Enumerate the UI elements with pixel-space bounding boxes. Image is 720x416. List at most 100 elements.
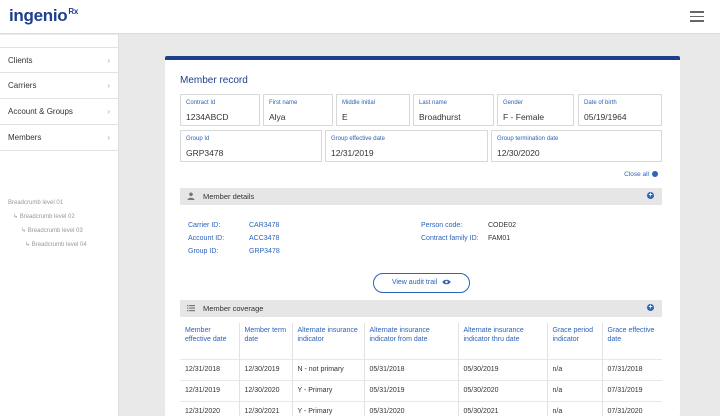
- contract-family-label: Contract family ID:: [421, 235, 479, 242]
- field-label: Gender: [503, 100, 524, 106]
- field-label: Middle initial: [342, 100, 376, 106]
- first-name-field[interactable]: First name Alya: [263, 94, 333, 126]
- date-of-birth-field[interactable]: Date of birth 05/19/1964: [578, 94, 662, 126]
- chevron-right-icon: ›: [107, 81, 110, 90]
- sidebar-item-carriers[interactable]: Carriers ›: [0, 73, 118, 99]
- field-label: Last name: [419, 100, 448, 106]
- field-label: Group Id: [186, 136, 210, 142]
- member-coverage-header[interactable]: Member coverage +: [180, 300, 662, 317]
- table-cell: 05/30/2019: [457, 358, 547, 380]
- contract-family-value: FAM01: [488, 235, 511, 242]
- eye-icon: [442, 279, 451, 285]
- table-cell: 05/31/2020: [363, 400, 458, 416]
- table-cell: 12/31/2020: [180, 400, 239, 416]
- table-cell: N - not primary: [291, 358, 364, 380]
- member-details-header[interactable]: Member details +: [180, 188, 662, 205]
- chevron-right-icon: ›: [107, 133, 110, 142]
- column-header[interactable]: Member effective date: [180, 323, 239, 359]
- breadcrumb-level-2[interactable]: ↳ Breadcrumb level 02: [0, 210, 118, 224]
- group-id-label: Group ID:: [188, 248, 219, 255]
- group-termination-date-field[interactable]: Group termination date 12/30/2020: [491, 130, 662, 162]
- sidebar-item-members[interactable]: Members ›: [0, 125, 118, 151]
- field-value: 12/30/2020: [497, 148, 540, 158]
- breadcrumb-level-4[interactable]: ↳ Breadcrumb level 04: [0, 238, 118, 252]
- carrier-id-link[interactable]: CAR3478: [249, 222, 279, 229]
- field-value: GRP3478: [186, 148, 224, 158]
- close-all-link[interactable]: Close all: [624, 171, 658, 178]
- table-cell: 12/30/2019: [238, 358, 292, 380]
- field-value: F - Female: [503, 112, 545, 122]
- column-header[interactable]: Alternate insurance indicator from date: [363, 323, 458, 359]
- table-row[interactable]: 12/31/2019 12/30/2020 Y - Primary 05/31/…: [180, 379, 662, 401]
- field-value: 05/19/1964: [584, 112, 627, 122]
- column-header[interactable]: Grace period indicator: [546, 323, 602, 359]
- table-cell: 12/30/2021: [238, 400, 292, 416]
- collapse-icon: [652, 171, 658, 178]
- field-value: E: [342, 112, 348, 122]
- contract-id-field[interactable]: Contract Id 1234ABCD: [180, 94, 260, 126]
- table-cell: 05/30/2020: [457, 379, 547, 401]
- field-label: Group termination date: [497, 136, 559, 142]
- field-label: Group effective date: [331, 136, 385, 142]
- gender-field[interactable]: Gender F - Female: [497, 94, 574, 126]
- close-all-label: Close all: [624, 171, 649, 178]
- app-header: ingenioRx: [0, 0, 720, 34]
- ingenio-logo[interactable]: ingenioRx: [9, 6, 78, 26]
- page-title: Member record: [180, 75, 248, 86]
- sidebar-item-clients[interactable]: Clients ›: [0, 47, 118, 73]
- table-cell: 05/31/2019: [363, 379, 458, 401]
- carrier-id-label: Carrier ID:: [188, 222, 221, 229]
- table-cell: 12/31/2018: [180, 358, 239, 380]
- sidebar-item-label: Clients: [8, 56, 33, 65]
- section-title: Member coverage: [203, 304, 264, 313]
- table-cell: 05/30/2021: [457, 400, 547, 416]
- table-cell: 05/31/2018: [363, 358, 458, 380]
- person-icon: [187, 192, 195, 200]
- table-cell: Y - Primary: [291, 400, 364, 416]
- sidebar: Clients › Carriers › Account & Groups › …: [0, 35, 119, 416]
- table-header-row: Member effective date Member term date A…: [180, 323, 662, 359]
- group-effective-date-field[interactable]: Group effective date 12/31/2019: [325, 130, 488, 162]
- table-cell: 07/31/2020: [601, 400, 662, 416]
- field-value: 12/31/2019: [331, 148, 374, 158]
- last-name-field[interactable]: Last name Broadhurst: [413, 94, 494, 126]
- column-header[interactable]: Alternate insurance indicator thru date: [457, 323, 547, 359]
- table-cell: 12/31/2019: [180, 379, 239, 401]
- field-value: Alya: [269, 112, 286, 122]
- group-id-field[interactable]: Group Id GRP3478: [180, 130, 322, 162]
- sidebar-item-label: Account & Groups: [8, 107, 73, 116]
- table-cell: 12/30/2020: [238, 379, 292, 401]
- table-cell: n/a: [546, 400, 602, 416]
- column-header[interactable]: Member term date: [238, 323, 292, 359]
- list-icon: [187, 305, 195, 312]
- breadcrumb-level-3[interactable]: ↳ Breadcrumb level 03: [0, 224, 118, 238]
- section-title: Member details: [203, 192, 255, 201]
- view-audit-trail-button[interactable]: View audit trail: [373, 273, 470, 293]
- chevron-right-icon: ›: [107, 107, 110, 116]
- expand-icon[interactable]: +: [647, 192, 654, 199]
- sidebar-item-account-groups[interactable]: Account & Groups ›: [0, 99, 118, 125]
- table-cell: n/a: [546, 358, 602, 380]
- group-id-link[interactable]: GRP3478: [249, 248, 280, 255]
- member-coverage-table: Member effective date Member term date A…: [180, 323, 662, 416]
- expand-icon[interactable]: +: [647, 304, 654, 311]
- field-label: First name: [269, 100, 298, 106]
- table-cell: Y - Primary: [291, 379, 364, 401]
- table-cell: n/a: [546, 379, 602, 401]
- person-code-label: Person code:: [421, 222, 463, 229]
- table-cell: 07/31/2018: [601, 358, 662, 380]
- field-value: Broadhurst: [419, 112, 461, 122]
- column-header[interactable]: Grace effective date: [601, 323, 662, 359]
- breadcrumb-level-1[interactable]: Breadcrumb level 01: [0, 196, 118, 210]
- member-record-card: Member record Contract Id 1234ABCD First…: [165, 56, 680, 416]
- field-label: Date of birth: [584, 100, 617, 106]
- sidebar-item-label: Carriers: [8, 81, 37, 90]
- middle-initial-field[interactable]: Middle initial E: [336, 94, 410, 126]
- table-row[interactable]: 12/31/2020 12/30/2021 Y - Primary 05/31/…: [180, 400, 662, 416]
- hamburger-icon[interactable]: [690, 11, 704, 22]
- column-header[interactable]: Alternate insurance indicator: [291, 323, 364, 359]
- account-id-link[interactable]: ACC3478: [249, 235, 279, 242]
- field-value: 1234ABCD: [186, 112, 229, 122]
- table-row[interactable]: 12/31/2018 12/30/2019 N - not primary 05…: [180, 358, 662, 380]
- account-id-label: Account ID:: [188, 235, 225, 242]
